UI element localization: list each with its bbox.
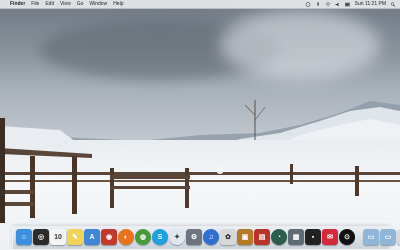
- menu-file[interactable]: File: [31, 1, 39, 7]
- time-machine-icon[interactable]: [305, 1, 311, 7]
- dock-dashboard-icon[interactable]: ◎: [33, 229, 49, 245]
- dock-documents-folder-icon[interactable]: ▭: [380, 229, 396, 245]
- dock-skype-icon[interactable]: S: [152, 229, 168, 245]
- dock-photo-booth-icon[interactable]: ◉: [101, 229, 117, 245]
- wifi-icon[interactable]: [324, 2, 331, 7]
- dock-firefox-icon[interactable]: ◐: [118, 229, 134, 245]
- dock-unknown-app-icon[interactable]: ⊙: [339, 229, 355, 245]
- desktop-wallpaper: [0, 0, 400, 250]
- dock-iphoto-icon[interactable]: ✿: [220, 229, 236, 245]
- dock-time-machine-icon[interactable]: ◔: [271, 229, 287, 245]
- spotlight-icon[interactable]: [390, 1, 396, 7]
- menu-go[interactable]: Go: [77, 1, 84, 7]
- dock-mail-icon[interactable]: ✉: [322, 229, 338, 245]
- volume-icon[interactable]: [335, 2, 341, 7]
- dock-calendar-icon[interactable]: 10: [50, 229, 66, 245]
- wallpaper-gazebo: [0, 118, 92, 223]
- dock-system-preferences-icon[interactable]: ⚙: [186, 229, 202, 245]
- dock-safari-icon[interactable]: ✦: [169, 229, 185, 245]
- dock-itunes-icon[interactable]: ♫: [203, 229, 219, 245]
- dock-finder-icon[interactable]: ☺: [16, 229, 32, 245]
- wallpaper-light-cloud: [220, 10, 380, 80]
- dock-notes-icon[interactable]: ✎: [67, 229, 83, 245]
- dock-photoshop-icon[interactable]: ▤: [254, 229, 270, 245]
- menu-window[interactable]: Window: [89, 1, 107, 7]
- menu-edit[interactable]: Edit: [45, 1, 54, 7]
- clock[interactable]: Sun 11:21 PM: [355, 1, 386, 7]
- bluetooth-icon[interactable]: [315, 0, 321, 7]
- dock-applications-folder-icon[interactable]: ▭: [363, 229, 379, 245]
- dock-vmware-icon[interactable]: ▦: [288, 229, 304, 245]
- dock-chrome-icon[interactable]: ◍: [135, 229, 151, 245]
- menu-view[interactable]: View: [60, 1, 71, 7]
- menu-app-name[interactable]: Finder: [10, 1, 25, 7]
- dock-app-store-icon[interactable]: A: [84, 229, 100, 245]
- dock-preview-icon[interactable]: ▣: [237, 229, 253, 245]
- battery-icon[interactable]: [344, 2, 351, 7]
- dock-terminal-icon[interactable]: ▪: [305, 229, 321, 245]
- menu-bar: Finder File Edit View Go Window Help Sun…: [0, 0, 400, 9]
- dock-icons: ☺◎10✎A◉◐◍S✦⚙♫✿▣▤◔▦▪✉⊙▭▭♲: [16, 228, 400, 246]
- menu-help[interactable]: Help: [113, 1, 123, 7]
